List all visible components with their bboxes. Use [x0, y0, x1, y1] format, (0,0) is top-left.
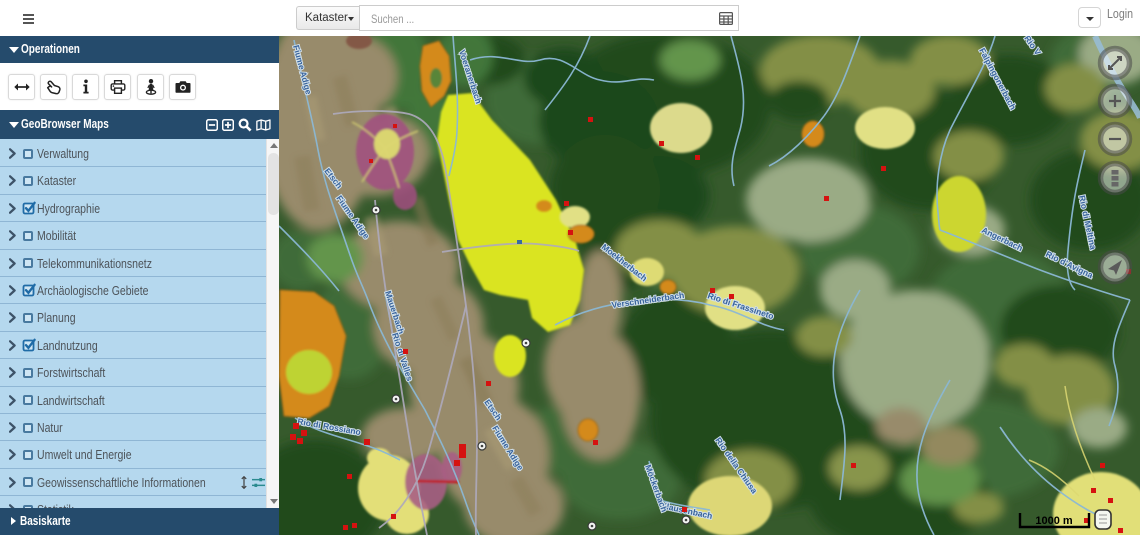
svg-text:1000 m: 1000 m [1035, 515, 1073, 527]
